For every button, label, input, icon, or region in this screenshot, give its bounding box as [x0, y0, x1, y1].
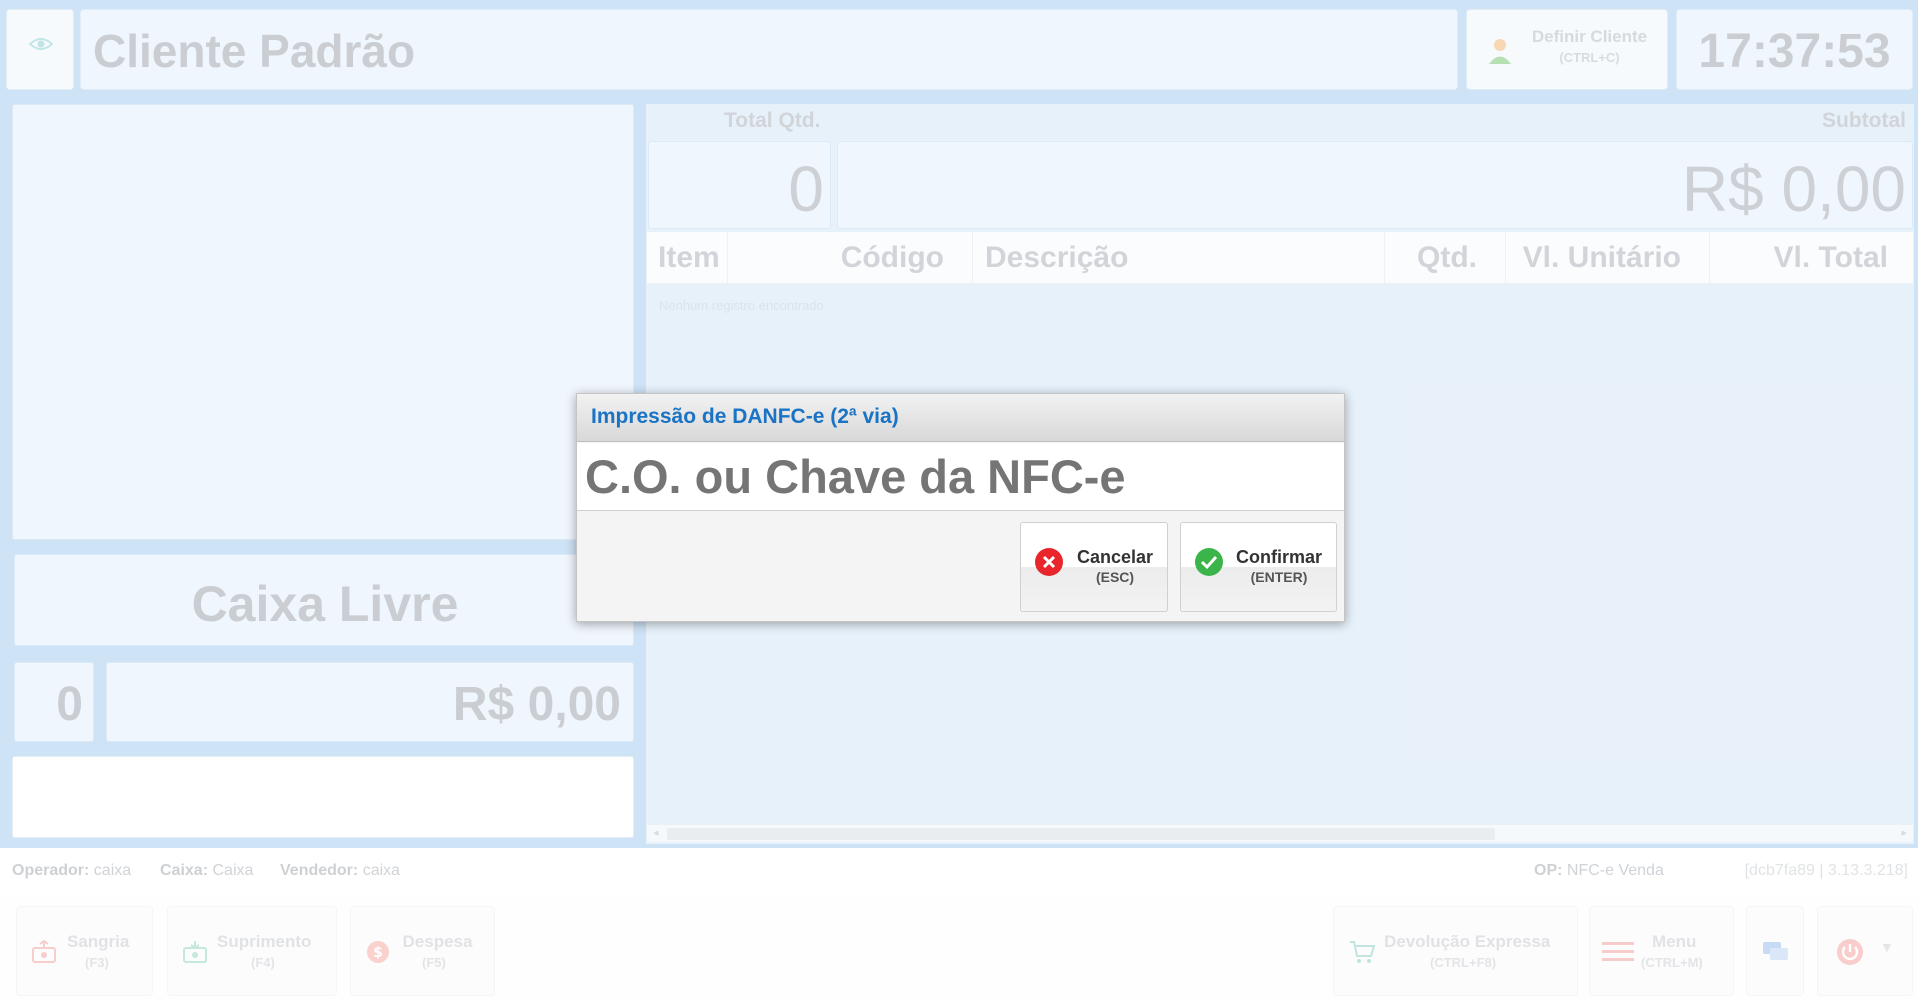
confirm-label: Confirmar: [1235, 547, 1322, 567]
cancel-key: (ESC): [1095, 569, 1135, 585]
nfce-key-input[interactable]: [577, 443, 1344, 511]
confirm-check-icon: [1195, 548, 1223, 576]
cancel-button[interactable]: Cancelar (ESC): [1020, 522, 1168, 612]
cancel-label: Cancelar: [1076, 547, 1154, 567]
confirm-key: (ENTER): [1250, 569, 1308, 585]
dialog-header: Impressão de DANFC-e (2ª via): [577, 394, 1344, 442]
dialog-title: Impressão de DANFC-e (2ª via): [591, 405, 899, 428]
cancel-x-icon: [1035, 548, 1063, 576]
confirm-button[interactable]: Confirmar (ENTER): [1180, 522, 1337, 612]
danfce-reprint-dialog: Impressão de DANFC-e (2ª via) Cancelar (…: [576, 393, 1345, 622]
